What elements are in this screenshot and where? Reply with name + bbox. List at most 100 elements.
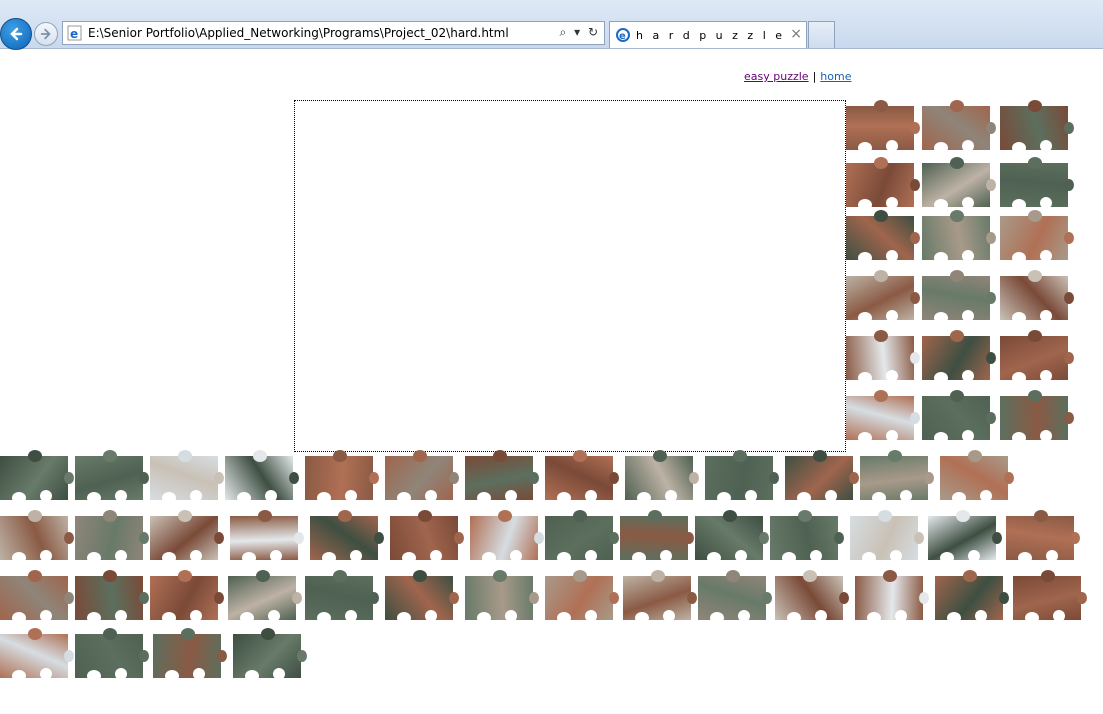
search-icon[interactable]: ⌕ xyxy=(560,25,567,39)
puzzle-piece[interactable] xyxy=(390,510,464,564)
puzzle-piece[interactable] xyxy=(75,570,149,624)
puzzle-piece[interactable] xyxy=(846,330,920,384)
puzzle-piece[interactable] xyxy=(310,510,384,564)
puzzle-piece[interactable] xyxy=(1013,570,1087,624)
piece-knob xyxy=(653,450,667,462)
puzzle-piece[interactable] xyxy=(0,450,74,504)
piece-knob xyxy=(493,450,507,462)
piece-notch xyxy=(87,670,101,682)
piece-knob xyxy=(64,592,74,604)
puzzle-piece[interactable] xyxy=(705,450,779,504)
refresh-icon[interactable]: ↻ xyxy=(588,25,598,39)
puzzle-piece[interactable] xyxy=(470,510,544,564)
puzzle-piece[interactable] xyxy=(233,628,307,682)
puzzle-piece[interactable] xyxy=(1006,510,1080,564)
puzzle-piece[interactable] xyxy=(75,510,149,564)
puzzle-piece[interactable] xyxy=(855,570,929,624)
puzzle-piece[interactable] xyxy=(775,570,849,624)
piece-notch xyxy=(397,492,411,504)
puzzle-piece[interactable] xyxy=(1000,157,1074,211)
piece-notch xyxy=(193,668,205,680)
puzzle-piece[interactable] xyxy=(385,450,459,504)
puzzle-piece[interactable] xyxy=(1000,100,1074,154)
easy-puzzle-link[interactable]: easy puzzle xyxy=(744,70,809,83)
back-button[interactable] xyxy=(0,18,32,50)
puzzle-piece[interactable] xyxy=(922,270,996,324)
piece-notch xyxy=(962,430,974,442)
puzzle-piece[interactable] xyxy=(305,570,379,624)
puzzle-piece[interactable] xyxy=(846,157,920,211)
puzzle-piece[interactable] xyxy=(935,570,1009,624)
piece-knob xyxy=(369,592,379,604)
puzzle-piece[interactable] xyxy=(385,570,459,624)
piece-notch xyxy=(12,670,26,682)
puzzle-board[interactable] xyxy=(294,100,846,452)
puzzle-piece[interactable] xyxy=(695,510,769,564)
piece-knob xyxy=(1064,232,1074,244)
piece-image xyxy=(846,163,914,207)
puzzle-piece[interactable] xyxy=(922,330,996,384)
puzzle-piece[interactable] xyxy=(922,100,996,154)
address-bar[interactable]: e E:\Senior Portfolio\Applied_Networking… xyxy=(62,21,605,45)
puzzle-piece[interactable] xyxy=(545,450,619,504)
piece-knob xyxy=(1028,330,1042,342)
puzzle-piece[interactable] xyxy=(846,210,920,264)
puzzle-piece[interactable] xyxy=(75,450,149,504)
puzzle-piece[interactable] xyxy=(75,628,149,682)
puzzle-piece[interactable] xyxy=(1000,390,1074,444)
puzzle-piece[interactable] xyxy=(153,628,227,682)
puzzle-piece[interactable] xyxy=(922,157,996,211)
puzzle-piece[interactable] xyxy=(150,510,224,564)
puzzle-piece[interactable] xyxy=(928,510,1002,564)
puzzle-piece[interactable] xyxy=(465,570,539,624)
browser-tab[interactable]: e h a r d p u z z l e × xyxy=(609,21,807,48)
puzzle-piece[interactable] xyxy=(850,510,924,564)
puzzle-piece[interactable] xyxy=(1000,210,1074,264)
piece-knob xyxy=(986,292,996,304)
dropdown-icon[interactable]: ▾ xyxy=(574,25,580,39)
piece-notch xyxy=(237,492,251,504)
piece-knob xyxy=(769,472,779,484)
new-tab-button[interactable] xyxy=(808,21,835,48)
puzzle-piece[interactable] xyxy=(620,510,694,564)
piece-image xyxy=(470,516,538,560)
puzzle-piece[interactable] xyxy=(0,510,74,564)
puzzle-piece[interactable] xyxy=(545,510,619,564)
puzzle-piece[interactable] xyxy=(0,570,74,624)
piece-knob xyxy=(449,592,459,604)
piece-knob xyxy=(178,570,192,582)
puzzle-piece[interactable] xyxy=(846,100,920,154)
piece-image xyxy=(695,516,763,560)
puzzle-piece[interactable] xyxy=(846,390,920,444)
puzzle-piece[interactable] xyxy=(940,450,1014,504)
puzzle-piece[interactable] xyxy=(150,450,224,504)
puzzle-piece[interactable] xyxy=(770,510,844,564)
puzzle-piece[interactable] xyxy=(150,570,224,624)
piece-image xyxy=(465,576,533,620)
home-link[interactable]: home xyxy=(820,70,851,83)
forward-button[interactable] xyxy=(34,22,58,46)
puzzle-piece[interactable] xyxy=(545,570,619,624)
puzzle-piece[interactable] xyxy=(860,450,934,504)
piece-knob xyxy=(28,450,42,462)
puzzle-piece[interactable] xyxy=(698,570,772,624)
puzzle-piece[interactable] xyxy=(228,570,302,624)
puzzle-piece[interactable] xyxy=(1000,270,1074,324)
piece-notch xyxy=(425,490,437,502)
puzzle-piece[interactable] xyxy=(922,210,996,264)
puzzle-piece[interactable] xyxy=(623,570,697,624)
puzzle-piece[interactable] xyxy=(785,450,859,504)
puzzle-piece[interactable] xyxy=(846,270,920,324)
puzzle-piece[interactable] xyxy=(225,450,299,504)
puzzle-piece[interactable] xyxy=(230,510,304,564)
puzzle-piece[interactable] xyxy=(0,628,74,682)
puzzle-piece[interactable] xyxy=(922,390,996,444)
piece-notch xyxy=(710,612,724,624)
puzzle-piece[interactable] xyxy=(625,450,699,504)
piece-image xyxy=(922,216,990,260)
puzzle-piece[interactable] xyxy=(305,450,379,504)
tab-close-icon[interactable]: × xyxy=(790,26,802,42)
puzzle-piece[interactable] xyxy=(465,450,539,504)
piece-notch xyxy=(660,550,672,562)
puzzle-piece[interactable] xyxy=(1000,330,1074,384)
